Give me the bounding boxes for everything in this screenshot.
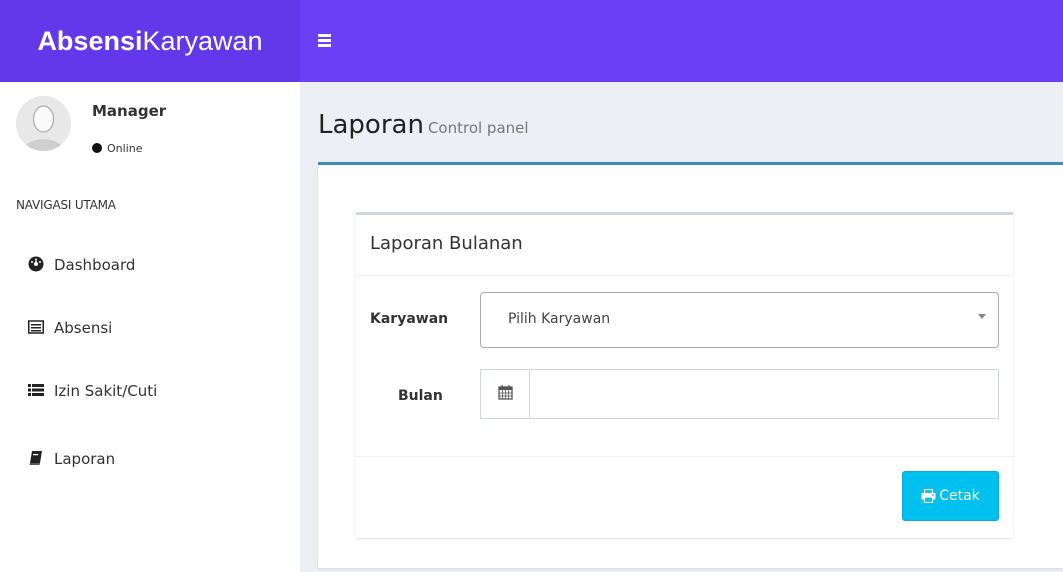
user-panel: Manager Online	[0, 82, 300, 182]
sidebar-item-label: Laporan	[54, 450, 116, 468]
page-subtitle: Control panel	[427, 119, 529, 137]
avatar	[16, 96, 71, 151]
report-title: Laporan Bulanan	[370, 233, 523, 254]
dashboard-icon	[28, 246, 44, 272]
top-navbar: AbsensiKaryawan	[0, 0, 1063, 82]
list-icon	[28, 372, 44, 396]
sidebar-item-label: Absensi	[54, 319, 113, 337]
bulan-input-group	[480, 369, 999, 419]
sidebar-item-label: Dashboard	[54, 256, 136, 274]
status-dot-icon	[92, 143, 102, 153]
content-header: Laporan Control panel	[300, 82, 1063, 162]
page-title-text: Laporan	[318, 110, 424, 140]
menu-bar-1	[318, 34, 331, 37]
print-icon	[921, 488, 936, 504]
divider	[356, 456, 1013, 457]
user-status: Online	[92, 142, 142, 155]
list-alt-icon	[28, 309, 44, 334]
sidebar-item-laporan[interactable]: Laporan	[0, 438, 300, 480]
main-box: Laporan Bulanan Karyawan Pilih Karyawan …	[318, 162, 1063, 568]
user-name: Manager	[92, 102, 167, 120]
menu-bar-3	[318, 44, 331, 47]
chevron-down-icon	[978, 314, 986, 319]
book-icon	[28, 440, 44, 465]
bulan-label: Bulan	[398, 388, 443, 404]
user-status-text: Online	[107, 142, 143, 155]
sidebar-item-absensi[interactable]: Absensi	[0, 307, 300, 349]
menu-toggle-icon[interactable]	[314, 23, 350, 59]
bulan-input[interactable]	[531, 370, 998, 418]
brand-logo[interactable]: AbsensiKaryawan	[0, 0, 300, 82]
karyawan-select[interactable]: Pilih Karyawan	[480, 292, 999, 348]
nav-header: NAVIGASI UTAMA	[16, 198, 116, 212]
cetak-label: Cetak	[939, 488, 980, 504]
user-avatar-icon	[16, 96, 71, 151]
page-title: Laporan Control panel	[318, 110, 529, 140]
menu-bar-2	[318, 39, 331, 42]
karyawan-label: Karyawan	[370, 311, 449, 327]
report-box: Laporan Bulanan Karyawan Pilih Karyawan …	[356, 212, 1013, 538]
sidebar-item-label: Izin Sakit/Cuti	[54, 382, 158, 400]
calendar-icon	[498, 385, 513, 400]
brand-bold: Absensi	[37, 26, 143, 56]
cetak-button[interactable]: Cetak	[902, 471, 999, 521]
sidebar: Manager Online NAVIGASI UTAMA Dashboard …	[0, 82, 300, 572]
brand-regular: Karyawan	[142, 26, 263, 56]
sidebar-item-dashboard[interactable]: Dashboard	[0, 244, 300, 286]
calendar-addon	[481, 370, 530, 418]
sidebar-item-izin-sakit-cuti[interactable]: Izin Sakit/Cuti	[0, 370, 300, 412]
divider	[356, 275, 1013, 276]
karyawan-select-text: Pilih Karyawan	[508, 311, 611, 327]
